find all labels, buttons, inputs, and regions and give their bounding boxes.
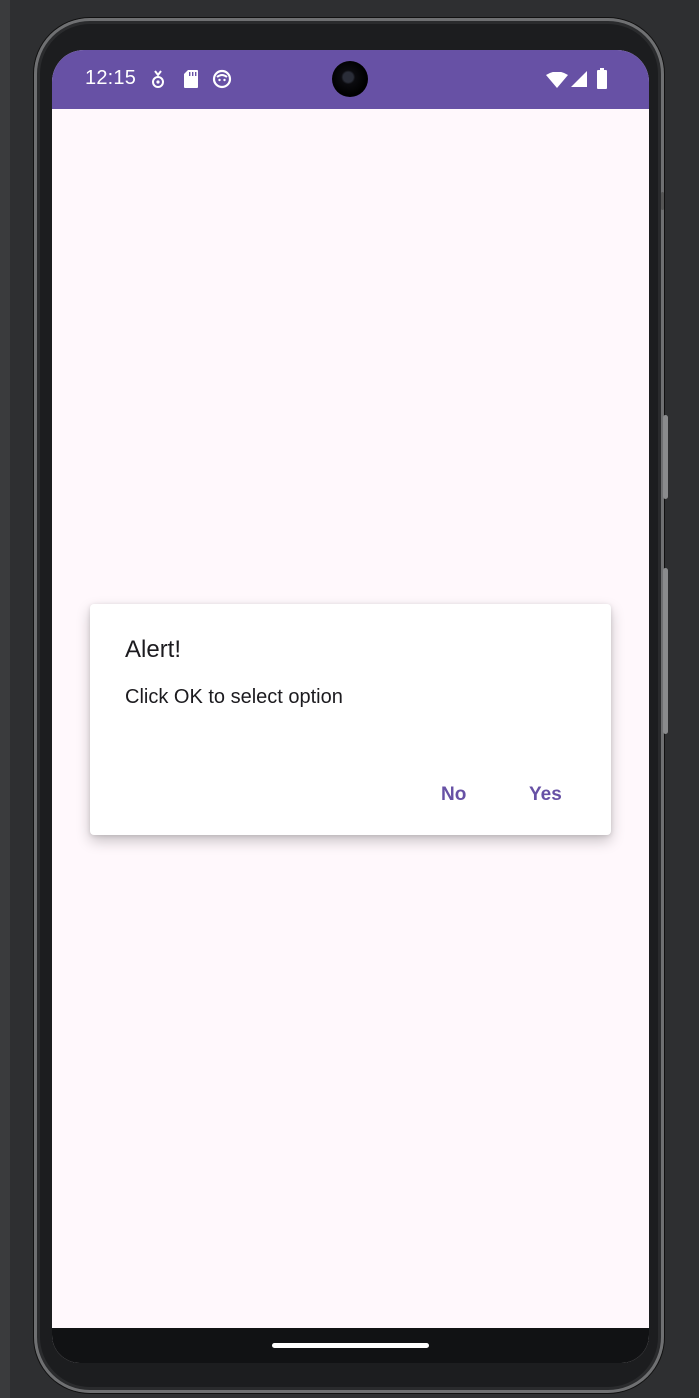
dialog-title: Alert! (125, 636, 182, 663)
front-camera-icon (332, 61, 368, 97)
power-button[interactable] (663, 415, 668, 499)
window-edge (0, 0, 10, 1398)
sd-card-icon (184, 70, 198, 88)
dialog-message: Click OK to select option (125, 686, 343, 708)
yes-button[interactable]: Yes (521, 780, 570, 810)
home-gesture-handle[interactable] (272, 1343, 429, 1348)
status-bar: 12:15 (52, 50, 649, 109)
sensor-notch (661, 192, 664, 210)
signal-icon (571, 71, 587, 87)
no-button[interactable]: No (433, 780, 474, 810)
alert-dialog: Alert! Click OK to select option No Yes (90, 604, 611, 835)
device-screen: 12:15 Alert! Click OK to select option N… (52, 50, 649, 1363)
emulator-frame: 12:15 Alert! Click OK to select option N… (0, 0, 699, 1398)
navigation-bar (52, 1328, 649, 1363)
status-time: 12:15 (85, 67, 137, 89)
app-notification-icon (212, 69, 232, 89)
volume-rocker[interactable] (663, 568, 668, 734)
wifi-icon (546, 72, 568, 88)
location-icon (152, 70, 164, 88)
battery-icon (597, 68, 607, 89)
